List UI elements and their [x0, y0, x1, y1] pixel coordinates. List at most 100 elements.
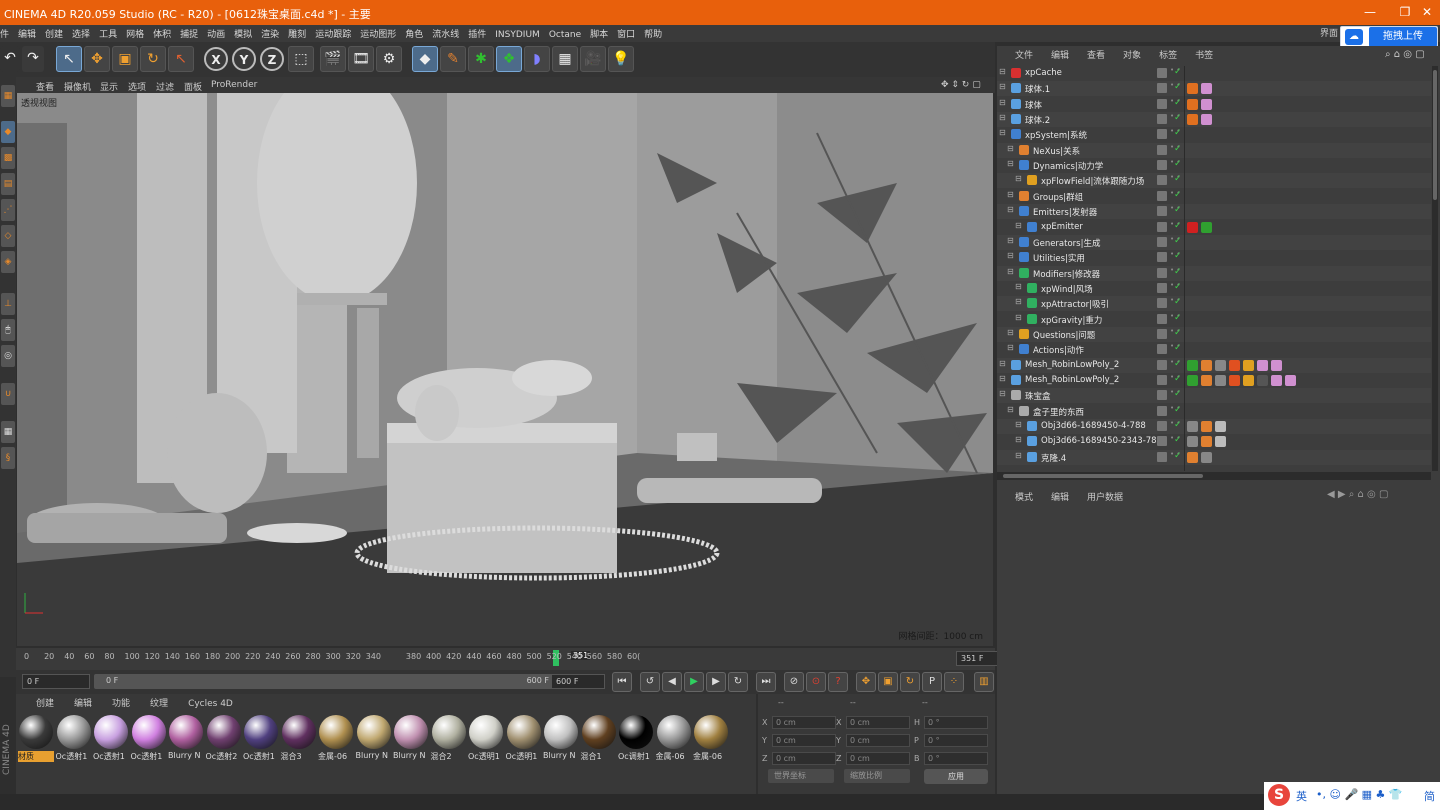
object-tag-icon[interactable]	[1187, 114, 1198, 126]
material-swatch[interactable]: Oc透射1	[131, 714, 167, 784]
mouse-icon[interactable]: 🖱	[1, 319, 15, 341]
layer-dots[interactable]: • •	[1170, 159, 1180, 170]
attribute-nav-icons[interactable]: ◀ ▶ ⌕ ⌂ ◎ ▢	[1327, 489, 1388, 500]
deformer-icon[interactable]: ◗	[524, 46, 550, 72]
object-tag-icon[interactable]	[1187, 421, 1198, 433]
visibility-toggle[interactable]	[1157, 298, 1167, 309]
tree-expander[interactable]: ⊟	[999, 113, 1006, 122]
layer-dots[interactable]: • •	[1170, 143, 1180, 155]
menu-item[interactable]: 脚本	[590, 25, 608, 40]
coord-value-field[interactable]: 0 cm	[846, 752, 910, 765]
tree-expander[interactable]: ⊟	[999, 374, 1006, 383]
attribute-menu-item[interactable]: 用户数据	[1087, 493, 1123, 503]
array-generator-icon[interactable]: ❖	[496, 46, 522, 72]
object-row[interactable]: ⊟ 盒子里的东西 • • ✓	[997, 404, 1431, 419]
layer-dots[interactable]: • •	[1170, 174, 1180, 185]
object-tag-icon[interactable]	[1201, 451, 1212, 463]
visibility-toggle[interactable]	[1157, 129, 1167, 140]
record-keys-icon[interactable]: ⊘	[784, 672, 804, 692]
viewport-nav-icons[interactable]: ✥ ⇕ ↻ ▢	[941, 80, 981, 90]
visibility-toggle[interactable]	[1157, 98, 1167, 109]
enabled-check[interactable]: ✓	[1174, 435, 1182, 445]
ime-language[interactable]: 英	[1296, 788, 1307, 804]
tree-expander[interactable]: ⊟	[1015, 451, 1022, 460]
menu-item[interactable]: 捕捉	[180, 25, 198, 40]
visibility-toggle[interactable]	[1157, 68, 1167, 78]
z-axis-lock-icon[interactable]: Z	[260, 47, 284, 71]
tree-expander[interactable]: ⊟	[1007, 328, 1014, 337]
material-swatch[interactable]: 混合3	[281, 714, 317, 784]
layer-dots[interactable]: • •	[1170, 235, 1180, 247]
object-row[interactable]: ⊟ 球体.1 • • ✓	[997, 81, 1431, 97]
menu-item[interactable]: 工具	[99, 25, 117, 40]
visibility-toggle[interactable]	[1157, 236, 1167, 247]
object-menu-item[interactable]: 标签	[1159, 51, 1177, 61]
render-view-icon[interactable]: 🎬	[320, 46, 346, 72]
material-swatch[interactable]: Blurry N	[356, 714, 392, 784]
attribute-menu-item[interactable]: 编辑	[1051, 493, 1069, 503]
layer-dots[interactable]: • •	[1170, 358, 1180, 370]
layer-dots[interactable]: • •	[1170, 189, 1180, 201]
coord-value-field[interactable]: 0 °	[924, 734, 988, 747]
sogou-icon[interactable]: S	[1268, 784, 1290, 806]
vp-menu-view[interactable]: 查看	[36, 80, 54, 93]
object-row[interactable]: ⊟ Modifiers|修改器 • • ✓	[997, 265, 1431, 281]
texture-mode-icon[interactable]: ▩	[1, 147, 15, 169]
object-tag-icon[interactable]	[1215, 375, 1226, 386]
coord-scale-dropdown[interactable]: 缩放比例	[844, 769, 910, 783]
object-row[interactable]: ⊟ xpGravity|重力 • • ✓	[997, 312, 1431, 327]
enabled-check[interactable]: ✓	[1174, 205, 1182, 215]
layer-dots[interactable]: • •	[1170, 128, 1180, 139]
enabled-check[interactable]: ✓	[1174, 297, 1182, 307]
object-manager-tools-icon[interactable]: ⌕ ⌂ ◎ ▢	[1385, 49, 1425, 60]
visibility-toggle[interactable]	[1157, 206, 1167, 217]
visibility-toggle[interactable]	[1157, 328, 1167, 339]
enabled-check[interactable]: ✓	[1174, 82, 1182, 92]
layer-dots[interactable]: • •	[1170, 435, 1180, 446]
visibility-toggle[interactable]	[1157, 313, 1167, 324]
x-axis-lock-icon[interactable]: X	[204, 47, 228, 71]
make-editable-icon[interactable]: ▦	[1, 85, 15, 107]
material-menu-item[interactable]: 功能	[112, 699, 130, 709]
object-tag-icon[interactable]	[1215, 436, 1226, 448]
enabled-check[interactable]: ✓	[1174, 144, 1182, 154]
menu-item[interactable]: 角色	[405, 25, 423, 40]
visibility-toggle[interactable]	[1157, 160, 1167, 171]
object-row[interactable]: ⊟ 珠宝盒 • • ✓	[997, 388, 1431, 404]
material-swatch[interactable]: Blurry N	[168, 714, 204, 784]
tree-expander[interactable]: ⊟	[1015, 420, 1022, 429]
layer-dots[interactable]: • •	[1170, 113, 1180, 124]
workplane-icon[interactable]: ▤	[1, 173, 15, 195]
object-tag-icon[interactable]	[1201, 114, 1212, 126]
menu-item[interactable]: 网格	[126, 25, 144, 40]
object-tag-icon[interactable]	[1257, 359, 1268, 371]
snap-icon[interactable]: ◎	[1, 345, 15, 367]
move-tool-icon[interactable]: ✥	[84, 46, 110, 72]
visibility-toggle[interactable]	[1157, 359, 1167, 370]
timeline-ruler[interactable]: 351 351 F 0 20 40 60 80 100 120 140 160 180 200 220…	[16, 648, 1006, 670]
menu-item[interactable]: 雕刻	[288, 25, 306, 40]
object-tag-icon[interactable]	[1187, 359, 1198, 371]
object-row[interactable]: ⊟ xpFlowField|流体跟随力场 • • ✓	[997, 173, 1431, 189]
menu-item[interactable]: 体积	[153, 25, 171, 40]
floor-icon[interactable]: ▦	[552, 46, 578, 72]
model-mode-icon[interactable]: ◆	[1, 121, 15, 143]
tree-expander[interactable]: ⊟	[999, 389, 1006, 398]
subdivision-icon[interactable]: ✱	[468, 46, 494, 72]
tree-expander[interactable]: ⊟	[999, 82, 1006, 91]
visibility-toggle[interactable]	[1157, 405, 1167, 416]
object-tag-icon[interactable]	[1271, 359, 1282, 371]
key-scale-icon[interactable]: ▣	[878, 672, 898, 692]
scale-tool-icon[interactable]: ▣	[112, 46, 138, 72]
layer-dots[interactable]: • •	[1170, 420, 1180, 431]
close-button[interactable]: ✕	[1412, 3, 1440, 21]
object-tag-icon[interactable]	[1187, 98, 1198, 110]
object-row[interactable]: ⊟ Utilities|实用 • • ✓	[997, 250, 1431, 265]
object-tag-icon[interactable]	[1201, 359, 1212, 371]
menu-item[interactable]: 动画	[207, 25, 225, 40]
object-tag-icon[interactable]	[1215, 359, 1226, 371]
menu-item[interactable]: 运动图形	[360, 25, 396, 40]
vp-menu-display[interactable]: 显示	[100, 80, 118, 93]
enabled-check[interactable]: ✓	[1174, 420, 1182, 430]
menu-item[interactable]: 选择	[72, 25, 90, 40]
